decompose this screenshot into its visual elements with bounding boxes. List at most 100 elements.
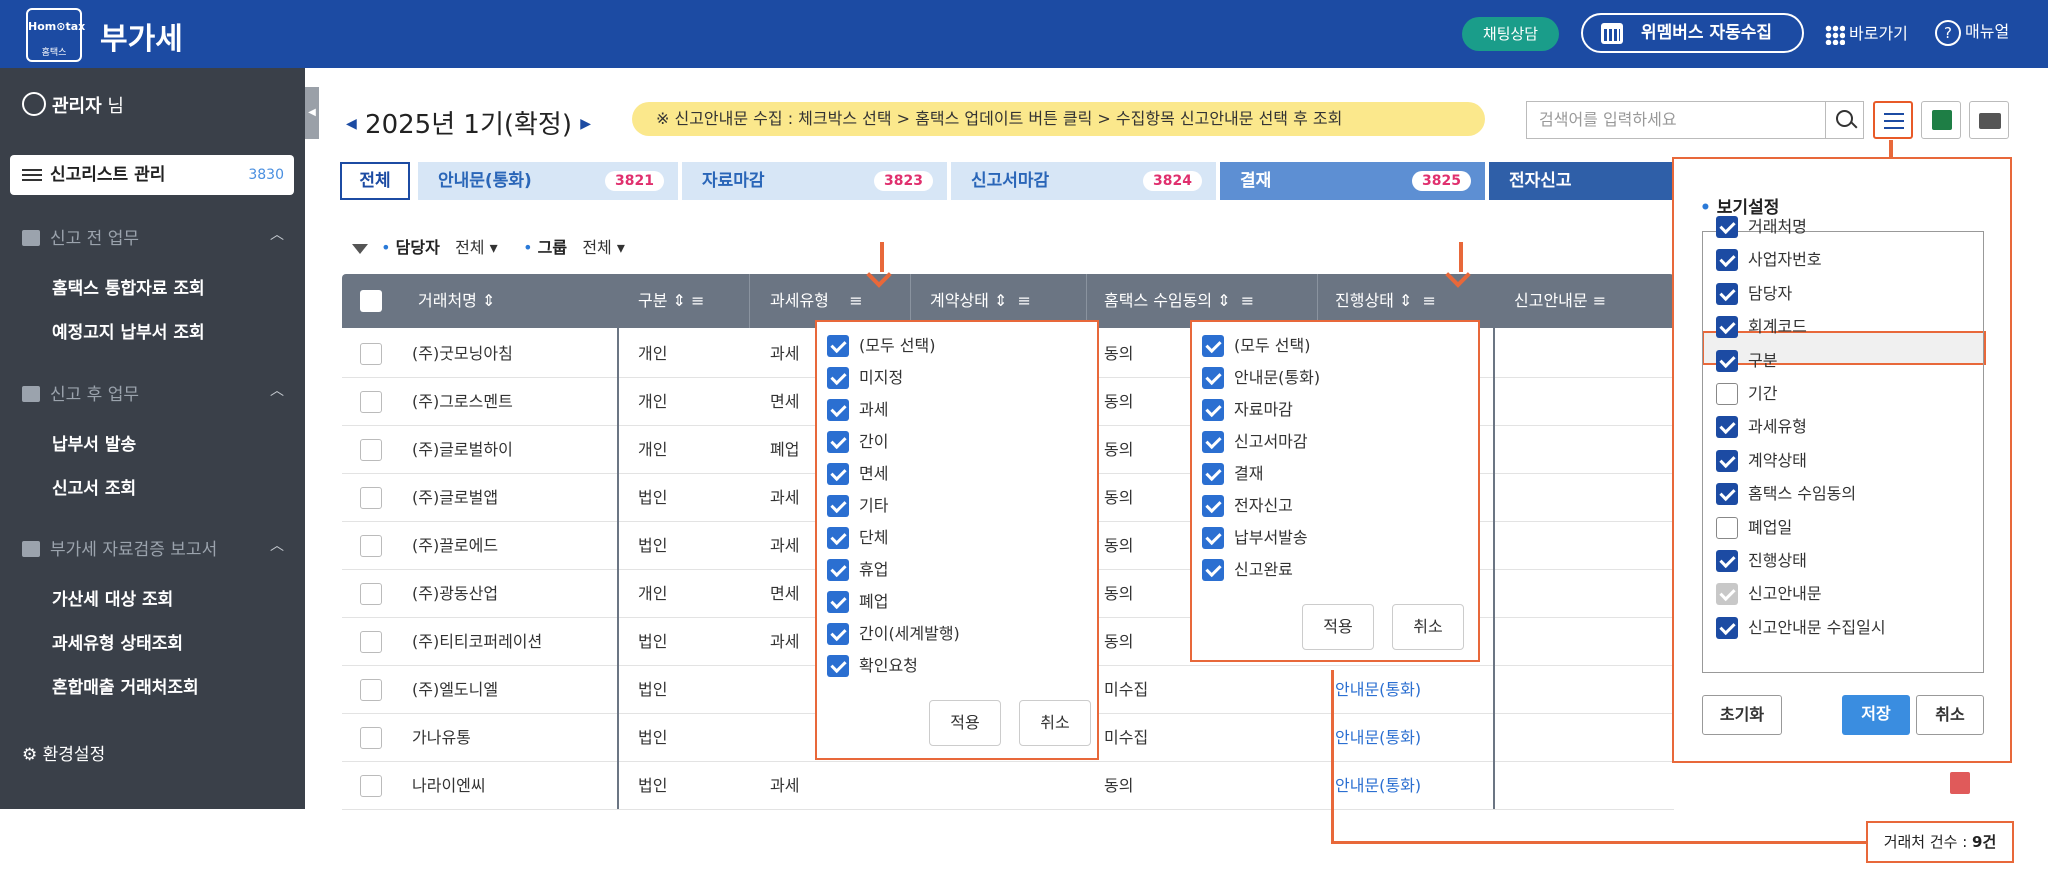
chat-consult-button[interactable]: 채팅상담 [1462, 17, 1559, 51]
section-title: 부가세 자료검증 보고서 [50, 540, 218, 560]
search-icon[interactable] [1826, 101, 1864, 139]
checkbox [1202, 463, 1224, 485]
row-checkbox[interactable] [360, 439, 382, 461]
filter-option[interactable]: (모두 선택) [827, 334, 935, 358]
category: 개인 [638, 440, 668, 459]
cancel-button[interactable]: 취소 [1916, 695, 1984, 735]
column-option[interactable]: 폐업일 [1716, 516, 1792, 540]
filter-option[interactable]: 납부서발송 [1202, 526, 1308, 550]
pdf-icon[interactable] [1950, 772, 1970, 794]
next-period-icon[interactable]: ▶ [580, 116, 591, 132]
prev-period-icon[interactable]: ◀ [346, 116, 357, 132]
filter-option[interactable]: 확인요청 [827, 654, 918, 678]
filter-option[interactable]: 면세 [827, 462, 888, 486]
tab-label: 전자신고 [1509, 171, 1572, 191]
sidebar-item-report-view[interactable]: 신고서 조회 [52, 474, 136, 499]
checkbox [827, 655, 849, 677]
column-option[interactable]: 사업자번호 [1716, 248, 1822, 272]
sidebar-item-prepay-notice[interactable]: 예정고지 납부서 조회 [52, 318, 205, 343]
row-checkbox[interactable] [360, 583, 382, 605]
hometax-logo[interactable]: Hom⊙tax 홈택스 [26, 8, 85, 62]
row-checkbox[interactable] [360, 631, 382, 653]
filter-option[interactable]: 자료마감 [1202, 398, 1293, 422]
column-option[interactable]: 기간 [1716, 382, 1777, 406]
filter-option[interactable]: 단체 [827, 526, 888, 550]
group-filter-select[interactable]: 전체 ▾ [582, 238, 625, 257]
filter-option[interactable]: 안내문(통화) [1202, 366, 1320, 390]
progress-status-link[interactable]: 안내문(통화) [1335, 666, 1421, 714]
shortcut-menu[interactable]: 바로가기 [1825, 20, 1908, 45]
row-checkbox[interactable] [360, 775, 382, 797]
checkbox [827, 559, 849, 581]
header-category[interactable]: 구분 ⇕ ≡ [638, 274, 704, 328]
sidebar-section-verify[interactable]: 부가세 자료검증 보고서 ︿ [22, 535, 284, 560]
row-checkbox[interactable] [360, 487, 382, 509]
sidebar-collapse-icon[interactable]: ◀ [305, 87, 319, 139]
select-all-checkbox[interactable] [360, 290, 382, 312]
sidebar-section-post[interactable]: 신고 후 업무 ︿ [22, 380, 284, 405]
manager-filter-select[interactable]: 전체 ▾ [455, 238, 498, 257]
progress-status-link[interactable]: 안내문(통화) [1335, 762, 1421, 810]
tab-all[interactable]: 전체 [340, 162, 410, 200]
apply-button[interactable]: 적용 [1302, 604, 1374, 650]
tab-guide-call[interactable]: 안내문(통화) 3821 [418, 162, 678, 200]
column-option[interactable]: 회계코드 [1716, 315, 1807, 339]
filter-option[interactable]: 미지정 [827, 366, 903, 390]
header-report-notice[interactable]: 신고안내문 ≡ [1514, 274, 1606, 328]
reset-button[interactable]: 초기화 [1702, 695, 1782, 735]
filter-option[interactable]: 기타 [827, 494, 888, 518]
tab-report-close[interactable]: 신고서마감 3824 [951, 162, 1216, 200]
tab-approval[interactable]: 결재 3825 [1220, 162, 1485, 200]
cancel-button[interactable]: 취소 [1019, 700, 1091, 746]
sidebar-item-penalty[interactable]: 가산세 대상 조회 [52, 585, 173, 610]
folder-open-button[interactable] [1969, 101, 2009, 139]
search-input[interactable]: 검색어를 입력하세요 [1526, 101, 1826, 139]
filter-option[interactable]: 간이(세계발행) [827, 622, 960, 646]
filter-option[interactable]: 신고서마감 [1202, 430, 1308, 454]
column-option[interactable]: 담당자 [1716, 282, 1792, 306]
filter-option[interactable]: 폐업 [827, 590, 888, 614]
filter-option[interactable]: 결재 [1202, 462, 1263, 486]
column-option[interactable]: 과세유형 [1716, 415, 1807, 439]
filter-option[interactable]: 간이 [827, 430, 888, 454]
filter-option[interactable]: 전자신고 [1202, 494, 1293, 518]
table-row[interactable]: 나라이엔씨 법인 과세 동의 안내문(통화) [342, 762, 1674, 810]
progress-status-link[interactable]: 안내문(통화) [1335, 714, 1421, 762]
header-client-name[interactable]: 거래처명 ⇕ [418, 274, 495, 328]
column-option[interactable]: 진행상태 [1716, 549, 1807, 573]
excel-export-button[interactable] [1921, 101, 1961, 139]
client-name: (주)굿모닝아침 [412, 344, 513, 363]
save-button[interactable]: 저장 [1842, 695, 1910, 735]
row-checkbox[interactable] [360, 679, 382, 701]
row-checkbox[interactable] [360, 343, 382, 365]
app-title: 부가세 [100, 22, 183, 57]
apply-button[interactable]: 적용 [929, 700, 1001, 746]
manual-link[interactable]: ? 매뉴얼 [1935, 18, 2009, 46]
filter-option[interactable]: 과세 [827, 398, 888, 422]
sidebar-item-tax-type-status[interactable]: 과세유형 상태조회 [52, 629, 183, 654]
row-checkbox[interactable] [360, 535, 382, 557]
sidebar-section-pre[interactable]: 신고 전 업무 ︿ [22, 224, 284, 249]
category: 법인 [638, 488, 668, 507]
column-option[interactable]: 계약상태 [1716, 449, 1807, 473]
sidebar-item-send-bill[interactable]: 납부서 발송 [52, 430, 136, 455]
view-settings-button[interactable] [1873, 101, 1913, 139]
column-option[interactable]: 신고안내문 수집일시 [1716, 616, 1886, 640]
filter-option[interactable]: 신고완료 [1202, 558, 1293, 582]
tab-data-close[interactable]: 자료마감 3823 [682, 162, 947, 200]
column-option[interactable]: 홈택스 수임동의 [1716, 482, 1856, 506]
checkbox [1716, 416, 1738, 439]
tab-e-filing[interactable]: 전자신고 [1489, 162, 1679, 200]
column-option[interactable]: 구분 [1716, 349, 1777, 373]
sidebar-item-mixed-sales[interactable]: 혼합매출 거래처조회 [52, 673, 199, 698]
filter-option[interactable]: 휴업 [827, 558, 888, 582]
row-checkbox[interactable] [360, 727, 382, 749]
column-option[interactable]: 거래처명 [1716, 215, 1807, 239]
sidebar-item-report-list[interactable]: 신고리스트 관리 3830 [10, 155, 294, 195]
filter-option[interactable]: (모두 선택) [1202, 334, 1310, 358]
cancel-button[interactable]: 취소 [1392, 604, 1464, 650]
sidebar-item-hometax-data[interactable]: 홈택스 통합자료 조회 [52, 274, 205, 299]
wemembers-auto-collect-button[interactable]: 위멤버스 자동수집 [1581, 13, 1804, 53]
row-checkbox[interactable] [360, 391, 382, 413]
sidebar-item-settings[interactable]: ⚙ 환경설정 [22, 740, 105, 765]
